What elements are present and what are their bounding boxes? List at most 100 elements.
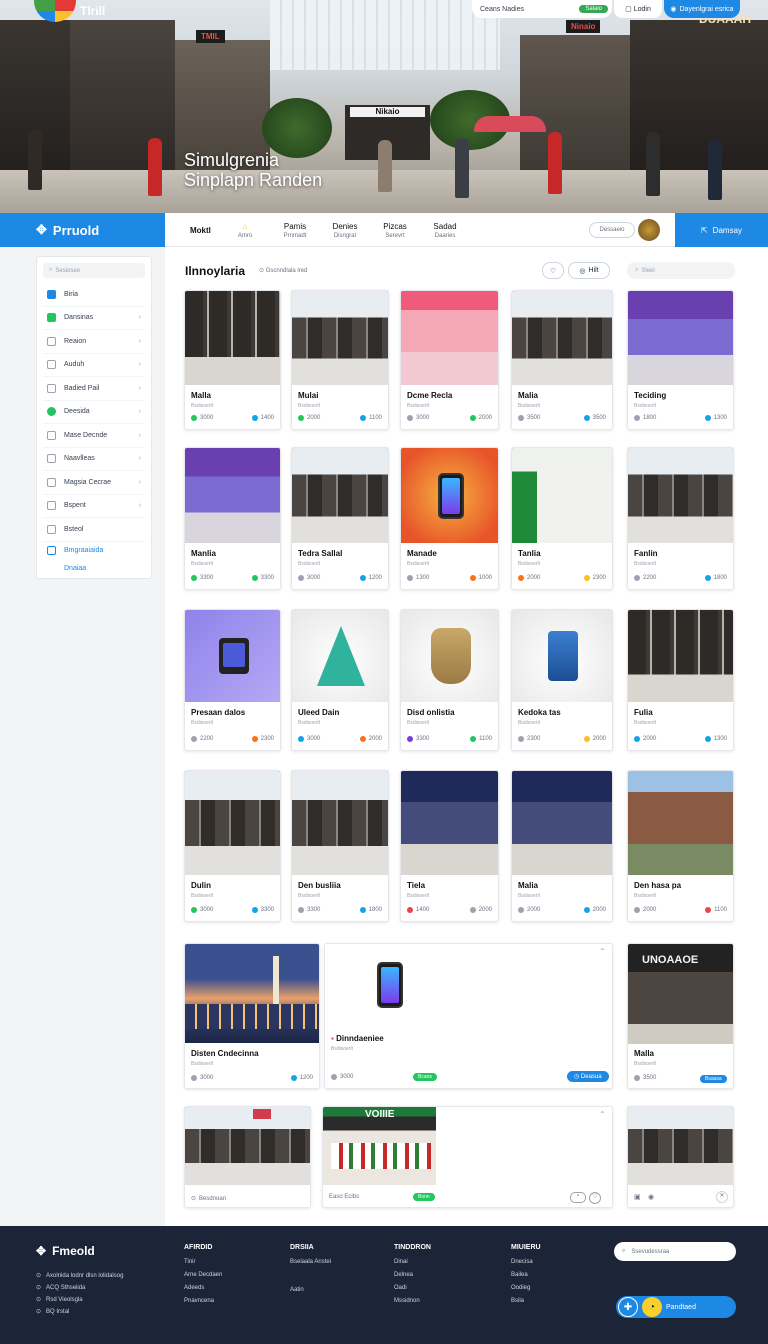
sidebar-item[interactable]: Bsteol	[43, 518, 145, 542]
product-card[interactable]: Tedra Sallal Bsdisoerlt 3000 1200	[291, 447, 389, 590]
chevron-up-icon[interactable]: ⌃	[599, 1110, 606, 1119]
sidebar-search-input[interactable]: ⌕ Sesiosee	[43, 263, 145, 278]
card-meta-left: 1800	[634, 415, 656, 421]
footer-link[interactable]: Delnea	[394, 1272, 431, 1278]
product-card[interactable]: Dulin Bsdisoerlt 3000 3300	[184, 770, 281, 922]
status-dot-icon	[407, 736, 413, 742]
product-card[interactable]: Fanlin Bsdisoerlt 2200 1800	[627, 447, 734, 590]
sidebar-link[interactable]: Dnaiaa	[43, 560, 145, 578]
product-card[interactable]: Presaan dalos Bsdisoerlt 2200 2300	[184, 609, 281, 751]
product-card[interactable]: Malia Bsdisoerlt 3500 3500	[511, 290, 613, 430]
hero-title: Simulgrenia Sinplapn Randen	[184, 150, 322, 190]
card-title: Tiela	[407, 881, 426, 890]
chevron-up-icon[interactable]: ⌃	[599, 947, 606, 956]
footer-link[interactable]: Bailea	[511, 1272, 541, 1278]
main-search-input[interactable]: ⌕ Sleel	[627, 262, 735, 279]
card-meta-left: 3000	[298, 736, 320, 742]
view-button[interactable]: ◷ Deasua	[567, 1071, 609, 1082]
product-card[interactable]: Dcme Recla Bsdisoerlt 3000 2000	[400, 290, 499, 430]
card-image	[512, 291, 612, 385]
product-card[interactable]: Malia Bsdisoerlt 2000 2000	[511, 770, 613, 922]
sidebar-link[interactable]: Bmgraaiaida	[43, 542, 145, 560]
brand-logo-icon[interactable]	[34, 0, 76, 22]
product-card[interactable]: Manade Bsdisoerlt 1300 1000	[400, 447, 499, 590]
nav-link[interactable]: Denies Disngrat	[320, 213, 370, 247]
sidebar-item[interactable]: Bspent ›	[43, 495, 145, 518]
footer-search-input[interactable]: ⌕ Ssevudessraa	[614, 1242, 736, 1261]
footer-link[interactable]: Bseiaala Anstei	[290, 1259, 331, 1265]
sidebar-item[interactable]: Badied Pail ›	[43, 377, 145, 401]
nav-search-button[interactable]: Dessaeio	[589, 222, 635, 238]
close-icon[interactable]: ✕	[716, 1191, 728, 1203]
sidebar-item[interactable]: Magsia Cecrae ›	[43, 471, 145, 495]
login-button[interactable]: ▢ Lodin	[614, 0, 662, 18]
footer-link[interactable]: Mssidnon	[394, 1298, 431, 1304]
sidebar-item[interactable]: Dansinas ›	[43, 307, 145, 330]
product-card[interactable]: Kedoka tas Bsdisoerlt 2300 2000	[511, 609, 613, 751]
nav-link[interactable]: Pizcas Serevrt	[370, 213, 420, 247]
footer-brand[interactable]: ✥ Fmeold	[36, 1244, 95, 1258]
footer-link[interactable]: Dinai	[394, 1259, 431, 1265]
card-meta-right: 2300	[251, 736, 274, 742]
nav-link[interactable]: Moktl	[190, 213, 220, 247]
product-card[interactable]: Manlia Bsdisoerlt 3300 3300	[184, 447, 281, 590]
product-card[interactable]: Den hasa pa Bsdisoerlt 2000 1100	[627, 770, 734, 922]
avatar[interactable]	[638, 219, 660, 241]
product-card[interactable]: Tanlia Bsdisoerlt 2000 2300	[511, 447, 613, 590]
sidebar-item-label: Reaion	[64, 337, 87, 345]
product-card[interactable]: Teciding Bsdisoerlt 1800 1300	[627, 290, 734, 430]
footer-link[interactable]: Adeeds	[184, 1285, 222, 1291]
footer-link[interactable]: Arne Decdaen	[184, 1272, 222, 1278]
sidebar-item[interactable]: Biria	[43, 283, 145, 307]
nav-link[interactable]: Pamis Prnmadt	[270, 213, 320, 247]
footer-spacer	[290, 1272, 331, 1280]
hero-plant	[262, 98, 332, 158]
card-title: Disd onlistia	[407, 708, 455, 717]
sidebar-item[interactable]: Auduh ›	[43, 354, 145, 377]
product-card[interactable]: ▣ ◉ ✕	[627, 1106, 734, 1208]
card-meta-right: 1100	[360, 415, 382, 421]
heart-icon[interactable]: ♡	[589, 1192, 601, 1204]
nav-link[interactable]: Sadad Daaries	[420, 213, 470, 247]
sidebar-item[interactable]: Deesida ›	[43, 401, 145, 424]
hero-search-bar[interactable]: Ceans Nadies Salaio	[472, 0, 612, 18]
product-card[interactable]: Disd onlistia Bsdisoerlt 3300 1100	[400, 609, 499, 751]
card-meta: 2000 2000	[518, 907, 606, 913]
product-card[interactable]: ⊙ Besdnoan	[184, 1106, 311, 1208]
product-card[interactable]: Mulai Bsdisoerlt 2000 1100	[291, 290, 389, 430]
product-card[interactable]: Tiela Bsdisoerlt 1400 2000	[400, 770, 499, 922]
featured-card[interactable]: ⌃ ▪ Dinndaeniee Bsdisoerlt 3000 Bcans ◷ …	[324, 943, 613, 1089]
view-button[interactable]: Bsaasa	[700, 1075, 727, 1083]
product-card[interactable]: Malla Bsdisoerlt 3000 1400	[184, 290, 281, 430]
sidebar-link-label: Dnaiaa	[64, 565, 87, 572]
footer-link[interactable]: Oodieg	[511, 1285, 541, 1291]
footer-link[interactable]: Aatin	[290, 1287, 331, 1293]
footer-link[interactable]: Dnecisa	[511, 1259, 541, 1265]
nav-link[interactable]: ⌂ Amro	[220, 213, 270, 247]
footer-cta-button[interactable]: ✚ ◔ Pandtaed	[616, 1296, 736, 1318]
hero-search-button[interactable]: Salaio	[579, 5, 608, 13]
featured-card[interactable]: VOIIIE ⌃ Easo Ecibs Bonn ▫ ♡	[322, 1106, 613, 1208]
product-card[interactable]: UNOAAOE Malla Bsdisoerlt 3500 Bsaasa	[627, 943, 734, 1089]
product-card[interactable]: Disten Cndecinna Bsdisoerlt 3000 1200	[184, 943, 320, 1089]
register-button[interactable]: ◉ Dayenlgrai esrica	[664, 0, 740, 18]
product-card[interactable]: Uleed Dain Bsdisoerlt 3000 2000	[291, 609, 389, 751]
camera-icon[interactable]: ▫	[570, 1192, 586, 1203]
sidebar-item[interactable]: Reaion ›	[43, 330, 145, 354]
product-card[interactable]: Den busliia Bsdisoerlt 3300 1800	[291, 770, 389, 922]
filter-button[interactable]: ◎ Hilt	[568, 262, 610, 279]
card-image: UNOAAOE	[628, 944, 733, 1044]
favorite-button[interactable]: ♡	[542, 262, 564, 279]
footer-link[interactable]: Pnavncena	[184, 1298, 222, 1304]
brand-home-link[interactable]: ✥ Prruold	[0, 213, 165, 247]
footer-link[interactable]: Bsila	[511, 1298, 541, 1304]
card-subtitle: Bsdisoerlt	[298, 720, 320, 726]
card-subtitle: Bsdisoerlt	[634, 403, 656, 409]
footer-link[interactable]: Tinir	[184, 1259, 222, 1265]
sidebar-item[interactable]: Mase Decnde ›	[43, 424, 145, 448]
sidebar-item[interactable]: Naavlleas ›	[43, 448, 145, 471]
product-card[interactable]: Fulia Bsdisoerlt 2000 1300	[627, 609, 734, 751]
nav-cta-button[interactable]: ⇱ Damsay	[675, 213, 768, 247]
footer-contact-line: ⊙ Rsd Vieolsgla	[36, 1296, 83, 1304]
footer-link[interactable]: Oadi	[394, 1285, 431, 1291]
